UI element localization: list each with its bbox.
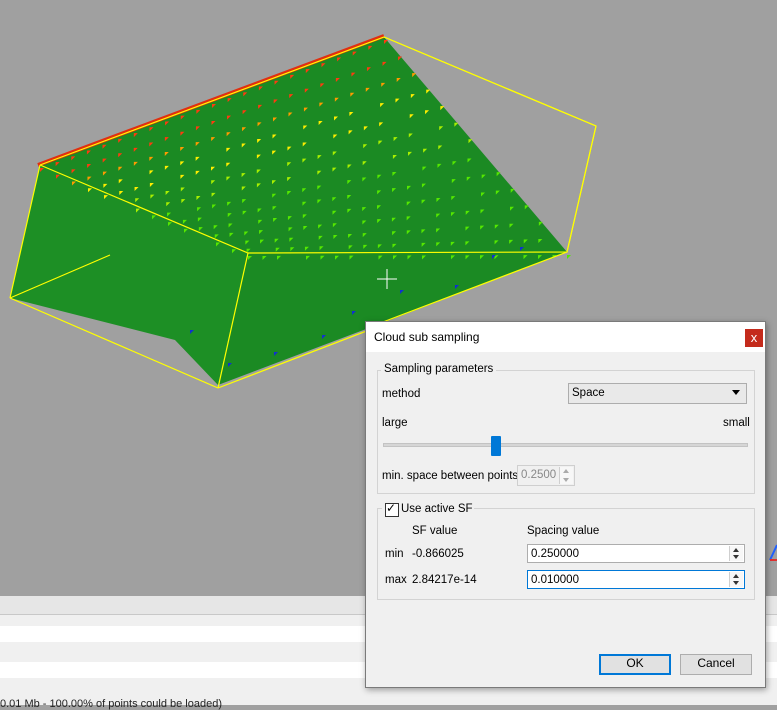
min-spacing-value: 0.250000	[531, 548, 579, 560]
max-spacing-value: 0.010000	[531, 574, 579, 586]
checkmark-icon: ✓	[386, 501, 397, 515]
ok-button[interactable]: OK	[599, 654, 671, 675]
dialog-titlebar[interactable]: Cloud sub sampling x	[366, 322, 765, 352]
spin-up-icon	[733, 574, 739, 578]
slider-small-label: small	[723, 417, 750, 429]
cloud-point	[567, 255, 571, 259]
method-label: method	[382, 388, 421, 400]
max-spacing-input[interactable]: 0.010000	[527, 570, 745, 589]
sampling-parameters-title: Sampling parameters	[381, 363, 497, 375]
min-space-input[interactable]: 0.2500	[517, 465, 575, 486]
max-spacing-spin-buttons[interactable]	[729, 572, 743, 587]
status-message: 0.01 Mb - 100.00% of points could be loa…	[0, 698, 222, 710]
spin-down-icon	[563, 478, 569, 482]
spin-up-icon	[563, 469, 569, 473]
min-space-spin-buttons[interactable]	[559, 467, 573, 484]
sampling-slider-track[interactable]	[383, 443, 748, 447]
sampling-slider-handle[interactable]	[490, 436, 501, 456]
method-select-value: Space	[572, 387, 605, 399]
cancel-button[interactable]: Cancel	[680, 654, 752, 675]
close-button[interactable]: x	[745, 329, 763, 347]
chevron-down-icon	[732, 390, 740, 395]
use-active-sf-label: Use active SF	[401, 503, 473, 515]
spin-up-icon	[733, 548, 739, 552]
use-active-sf-checkbox[interactable]: ✓	[385, 501, 399, 517]
min-spacing-input[interactable]: 0.250000	[527, 544, 745, 563]
min-row-label: min	[385, 548, 404, 560]
method-select[interactable]: Space	[568, 383, 747, 404]
spin-down-icon	[733, 581, 739, 585]
dialog-title: Cloud sub sampling	[374, 330, 480, 344]
cloud-sub-sampling-dialog: Cloud sub sampling x Sampling parameters…	[365, 321, 766, 688]
max-row-label: max	[385, 574, 407, 586]
axis-trihedron-icon	[769, 544, 777, 561]
min-spacing-spin-buttons[interactable]	[729, 546, 743, 561]
spacing-value-header: Spacing value	[527, 525, 600, 537]
min-sf-value: -0.866025	[412, 548, 464, 560]
max-sf-value: 2.84217e-14	[412, 574, 477, 586]
use-active-sf-header: ✓ Use active SF	[382, 501, 474, 518]
min-space-label: min. space between points	[382, 470, 519, 482]
slider-large-label: large	[382, 417, 408, 429]
min-space-value: 0.2500	[521, 469, 557, 481]
sf-value-header: SF value	[412, 525, 458, 537]
spin-down-icon	[733, 555, 739, 559]
